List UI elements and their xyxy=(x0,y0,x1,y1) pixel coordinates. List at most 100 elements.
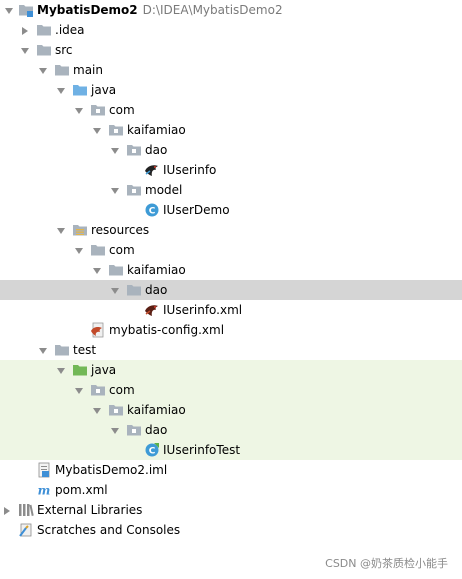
tree-node-external-libraries[interactable]: External Libraries xyxy=(0,500,462,520)
tree-node-iuserdemo[interactable]: IUserDemo xyxy=(0,200,462,220)
tree-node-scratches[interactable]: Scratches and Consoles xyxy=(0,520,462,540)
chevron-down-icon[interactable] xyxy=(55,80,67,100)
mybatis-mapper-icon xyxy=(144,302,160,318)
root-name: MybatisDemo2 xyxy=(37,3,138,17)
tree-node-test[interactable]: test xyxy=(0,340,462,360)
tree-node-dao[interactable]: dao xyxy=(0,140,462,160)
tree-node-iuserinfo-xml[interactable]: IUserinfo.xml xyxy=(0,300,462,320)
tree-node-label: dao xyxy=(145,423,168,437)
tree-node-main[interactable]: main xyxy=(0,60,462,80)
folder-icon xyxy=(108,262,124,278)
tree-node-idea[interactable]: .idea xyxy=(0,20,462,40)
chevron-down-icon[interactable] xyxy=(73,240,85,260)
watermark: CSDN @奶茶质检小能手 xyxy=(325,557,448,570)
chevron-down-icon[interactable] xyxy=(73,380,85,400)
tree-node-label: test xyxy=(73,343,97,357)
tree-node-label: java xyxy=(91,363,117,377)
chevron-down-icon[interactable] xyxy=(91,120,103,140)
chevron-down-icon[interactable] xyxy=(37,60,49,80)
folder-icon xyxy=(54,62,70,78)
folder-icon xyxy=(90,242,106,258)
tree-node-label: IUserinfoTest xyxy=(163,443,241,457)
tree-node-kaifamiao[interactable]: kaifamiao xyxy=(0,120,462,140)
xml-config-icon xyxy=(90,322,106,338)
tree-node-label: com xyxy=(109,103,135,117)
package-icon xyxy=(126,142,142,158)
root-path: D:\IDEA\MybatisDemo2 xyxy=(142,3,283,17)
tree-node-label: dao xyxy=(145,283,168,297)
tree-node-label: Scratches and Consoles xyxy=(37,523,181,537)
tree-node-label: model xyxy=(145,183,183,197)
tree-node-model[interactable]: model xyxy=(0,180,462,200)
tree-node-label: com xyxy=(109,383,135,397)
chevron-down-icon[interactable] xyxy=(19,40,31,60)
tree-node-root[interactable]: MybatisDemo2 D:\IDEA\MybatisDemo2 xyxy=(0,0,462,20)
chevron-right-icon[interactable] xyxy=(1,500,13,520)
tree-node-label: MybatisDemo2.iml xyxy=(55,463,168,477)
chevron-down-icon[interactable] xyxy=(55,220,67,240)
tree-node-main-java[interactable]: java xyxy=(0,80,462,100)
tree-node-test-java[interactable]: java xyxy=(0,360,462,380)
tree-node-label: dao xyxy=(145,143,168,157)
iml-file-icon xyxy=(36,462,52,478)
chevron-down-icon[interactable] xyxy=(109,140,121,160)
tree-node-com[interactable]: com xyxy=(0,100,462,120)
chevron-down-icon[interactable] xyxy=(55,360,67,380)
tree-node-label: main xyxy=(73,63,103,77)
maven-pom-icon xyxy=(36,482,52,498)
module-folder-icon xyxy=(18,2,34,18)
tree-node-label: resources xyxy=(91,223,150,237)
tree-node-dao-selected[interactable]: dao xyxy=(0,280,462,300)
chevron-down-icon[interactable] xyxy=(3,0,15,20)
chevron-down-icon[interactable] xyxy=(91,400,103,420)
tree-node-iml[interactable]: MybatisDemo2.iml xyxy=(0,460,462,480)
resources-folder-icon xyxy=(72,222,88,238)
tree-node-label: mybatis-config.xml xyxy=(109,323,225,337)
folder-icon xyxy=(36,42,52,58)
tree-node-resources[interactable]: resources xyxy=(0,220,462,240)
tree-node-mybatis-config[interactable]: mybatis-config.xml xyxy=(0,320,462,340)
tree-node-label: src xyxy=(55,43,73,57)
package-icon xyxy=(90,382,106,398)
package-icon xyxy=(126,182,142,198)
scratches-icon xyxy=(18,522,34,538)
chevron-right-icon[interactable] xyxy=(19,20,31,40)
tree-node-label: .idea xyxy=(55,23,85,37)
tree-node-src[interactable]: src xyxy=(0,40,462,60)
package-icon xyxy=(108,402,124,418)
chevron-down-icon[interactable] xyxy=(109,180,121,200)
chevron-down-icon[interactable] xyxy=(73,100,85,120)
test-folder-icon xyxy=(72,362,88,378)
tree-node-label: pom.xml xyxy=(55,483,108,497)
tree-node-label: External Libraries xyxy=(37,503,143,517)
tree-node-label: com xyxy=(109,243,135,257)
package-icon xyxy=(126,422,142,438)
mybatis-mapper-icon xyxy=(144,162,160,178)
tree-node-iuserinfotest[interactable]: IUserinfoTest xyxy=(0,440,462,460)
chevron-down-icon[interactable] xyxy=(109,280,121,300)
tree-node-label: kaifamiao xyxy=(127,263,186,277)
tree-node-kaifamiao[interactable]: kaifamiao xyxy=(0,260,462,280)
chevron-down-icon[interactable] xyxy=(91,260,103,280)
folder-icon xyxy=(36,22,52,38)
tree-node-kaifamiao[interactable]: kaifamiao xyxy=(0,400,462,420)
tree-node-label: java xyxy=(91,83,117,97)
class-icon xyxy=(144,442,160,458)
tree-node-label: kaifamiao xyxy=(127,123,186,137)
tree-node-label: kaifamiao xyxy=(127,403,186,417)
folder-icon xyxy=(126,282,142,298)
source-folder-icon xyxy=(72,82,88,98)
tree-node-dao[interactable]: dao xyxy=(0,420,462,440)
tree-node-com[interactable]: com xyxy=(0,240,462,260)
tree-node-pom[interactable]: pom.xml xyxy=(0,480,462,500)
chevron-down-icon[interactable] xyxy=(109,420,121,440)
package-icon xyxy=(108,122,124,138)
package-icon xyxy=(90,102,106,118)
tree-node-iuserinfo[interactable]: IUserinfo xyxy=(0,160,462,180)
chevron-down-icon[interactable] xyxy=(37,340,49,360)
tree-node-label: IUserinfo.xml xyxy=(163,303,243,317)
tree-node-com[interactable]: com xyxy=(0,380,462,400)
tree-node-label: IUserDemo xyxy=(163,203,230,217)
tree-node-label: IUserinfo xyxy=(163,163,217,177)
libraries-icon xyxy=(18,502,34,518)
